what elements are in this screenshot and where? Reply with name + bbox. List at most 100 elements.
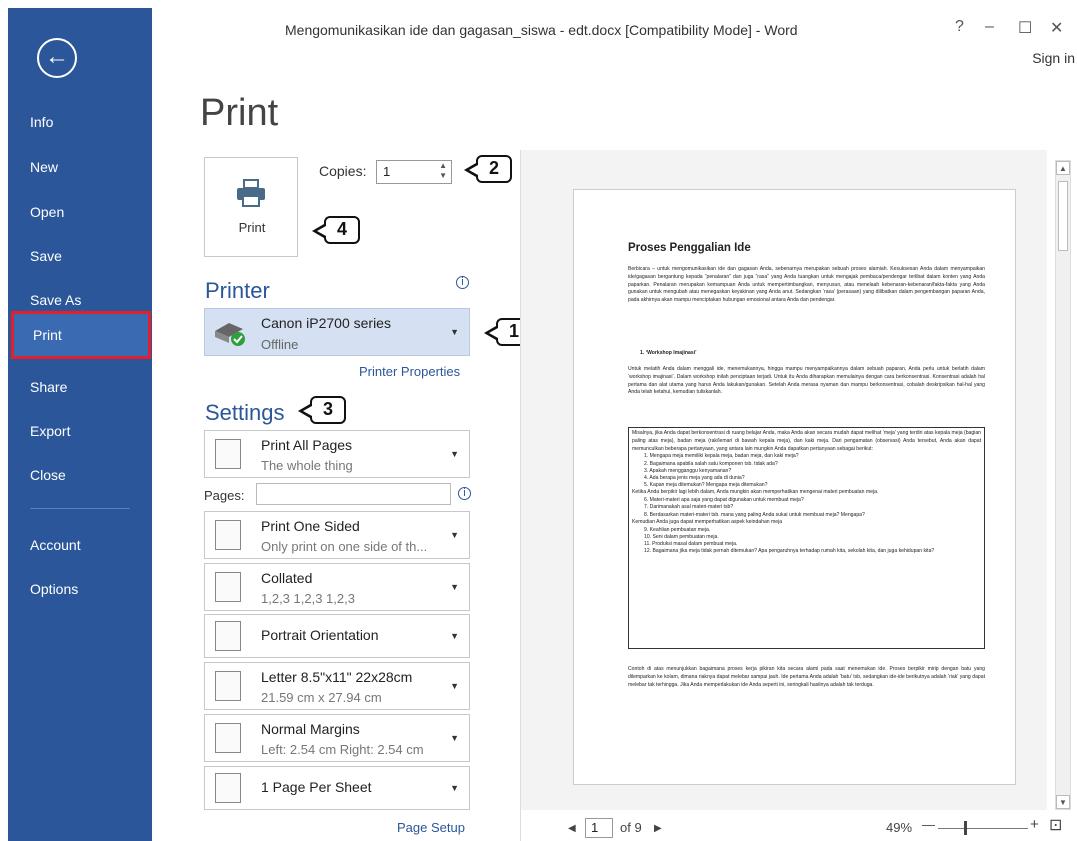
print-button-label: Print: [238, 220, 266, 235]
list-item: 3. Apakah mengganggu kenyamanan?: [644, 467, 732, 474]
list-item: 2. Bagaimana apabila salah satu komponen…: [644, 460, 778, 467]
nav-divider: [30, 508, 130, 509]
nav-share[interactable]: Share: [8, 365, 152, 409]
printer-heading: Printer: [205, 278, 270, 303]
list-item: 9. Keahlian pembuatan meja.: [644, 526, 711, 533]
setting-label: Normal Margins: [261, 721, 360, 737]
chevron-down-icon: ▼: [450, 783, 459, 793]
scroll-down-icon[interactable]: ▼: [1056, 795, 1070, 809]
preview-title: Proses Penggalian Ide: [628, 242, 751, 254]
preview-boxed-section: Misalnya, jika Anda dapat berkonsentrasi…: [628, 427, 985, 649]
callout-3: 3: [298, 396, 346, 424]
chevron-down-icon: ▼: [450, 631, 459, 641]
list-item: 1. Mengapa meja memiliki kepala meja, ba…: [644, 453, 799, 460]
page-count: of 9: [620, 820, 642, 835]
setting-sublabel: Left: 2.54 cm Right: 2.54 cm: [261, 742, 424, 757]
nav-export[interactable]: Export: [8, 409, 152, 453]
pages-label: Pages:: [204, 488, 245, 503]
setting-label: 1 Page Per Sheet: [261, 779, 372, 795]
margins-icon: [215, 723, 241, 753]
printer-name: Canon iP2700 series: [261, 315, 391, 331]
sign-in-link[interactable]: Sign in: [1032, 50, 1075, 66]
portrait-page-icon: [215, 621, 241, 651]
scroll-up-icon[interactable]: ▲: [1056, 161, 1070, 175]
preview-paragraph: Misalnya, jika Anda dapat berkonsentrasi…: [632, 430, 981, 452]
preview-paragraph: Kemudian Anda juga dapat memperhatikan a…: [632, 518, 783, 525]
info-icon[interactable]: i: [458, 487, 471, 500]
setting-sublabel: Only print on one side of th...: [261, 539, 428, 554]
list-item: 12. Bagaimana jika meja tidak pernah dit…: [644, 548, 935, 555]
orientation-dropdown[interactable]: Portrait Orientation ▼: [204, 614, 470, 658]
print-button[interactable]: Print: [204, 157, 298, 257]
spinner-arrows-icon[interactable]: ▲ ▼: [439, 161, 447, 181]
page-title: Print: [200, 92, 279, 134]
pages-stack-icon: [215, 439, 241, 469]
page-preview: Proses Penggalian Ide Berbicara – untuk …: [573, 189, 1016, 785]
chevron-down-icon: ▼: [450, 327, 459, 337]
setting-label: Print One Sided: [261, 518, 360, 534]
print-range-dropdown[interactable]: Print All Pages The whole thing ▼: [204, 430, 470, 478]
list-item: 4. Ada berapa jenis meja yang ada di dun…: [644, 475, 745, 481]
settings-heading: Settings: [205, 400, 285, 425]
zoom-out-icon[interactable]: —: [922, 817, 935, 832]
page-setup-link[interactable]: Page Setup: [397, 820, 465, 835]
preview-paragraph: Untuk melatih Anda dalam menggali ide, m…: [628, 366, 985, 396]
setting-label: Portrait Orientation: [261, 627, 379, 643]
list-item: 11. Produksi masal dalam pembuat meja.: [644, 541, 738, 548]
list-item: 10. Seni dalam pembuatan meja.: [644, 533, 719, 540]
pages-input[interactable]: [256, 483, 451, 505]
page-per-sheet-icon: [215, 773, 241, 803]
list-item: 8. Berdasarkan materi-materi tsb. mana y…: [644, 511, 865, 518]
zoom-to-page-icon[interactable]: ⊡: [1049, 815, 1062, 835]
minimize-icon[interactable]: –: [985, 18, 994, 36]
maximize-icon[interactable]: ☐: [1018, 18, 1032, 38]
chevron-down-icon: ▼: [450, 582, 459, 592]
collation-dropdown[interactable]: Collated 1,2,3 1,2,3 1,2,3 ▼: [204, 563, 470, 611]
nav-open[interactable]: Open: [8, 190, 152, 234]
nav-account[interactable]: Account: [8, 523, 152, 567]
chevron-down-icon: ▼: [450, 449, 459, 459]
sides-dropdown[interactable]: Print One Sided Only print on one side o…: [204, 511, 470, 559]
setting-sublabel: 21.59 cm x 27.94 cm: [261, 690, 382, 705]
nav-close[interactable]: Close: [8, 453, 152, 497]
setting-sublabel: The whole thing: [261, 458, 353, 473]
margins-dropdown[interactable]: Normal Margins Left: 2.54 cm Right: 2.54…: [204, 714, 470, 762]
callout-4: 4: [312, 216, 360, 244]
collated-pages-icon: [215, 572, 241, 602]
copies-label: Copies:: [319, 163, 367, 179]
preview-subheading: 1. ‘Workshop Imajinasi’: [640, 350, 697, 356]
zoom-slider-thumb[interactable]: [964, 821, 967, 835]
back-arrow-icon[interactable]: ←: [37, 38, 77, 78]
setting-label: Print All Pages: [261, 437, 353, 453]
help-icon[interactable]: ?: [955, 18, 964, 36]
window-title: Mengomunikasikan ide dan gagasan_siswa -…: [285, 22, 798, 38]
paper-size-icon: [215, 671, 241, 701]
preview-paragraph: Berbicara – untuk mengomunikasikan ide d…: [628, 266, 985, 304]
prev-page-icon[interactable]: ◀: [568, 823, 576, 834]
nav-print[interactable]: Print: [11, 311, 151, 359]
paper-size-dropdown[interactable]: Letter 8.5"x11" 22x28cm 21.59 cm x 27.94…: [204, 662, 470, 710]
info-icon[interactable]: i: [456, 276, 469, 289]
scroll-thumb[interactable]: [1058, 181, 1068, 251]
zoom-level: 49%: [886, 820, 913, 835]
one-sided-page-icon: [215, 520, 241, 550]
next-page-icon[interactable]: ▶: [654, 823, 662, 834]
zoom-in-icon[interactable]: +: [1030, 816, 1039, 833]
setting-label: Collated: [261, 570, 313, 586]
nav-new[interactable]: New: [8, 145, 152, 189]
printer-dropdown[interactable]: Canon iP2700 series Offline ▼: [204, 308, 470, 356]
nav-save[interactable]: Save: [8, 234, 152, 278]
pages-per-sheet-dropdown[interactable]: 1 Page Per Sheet ▼: [204, 766, 470, 810]
list-item: 6. Materi-materi apa saja yang dapat dig…: [644, 497, 804, 504]
printer-properties-link[interactable]: Printer Properties: [359, 364, 460, 379]
page-number-input[interactable]: 1: [585, 818, 613, 838]
nav-info[interactable]: Info: [8, 100, 152, 144]
preview-scrollbar[interactable]: ▲ ▼: [1055, 160, 1071, 810]
copies-stepper[interactable]: 1 ▲ ▼: [376, 160, 452, 184]
setting-sublabel: 1,2,3 1,2,3 1,2,3: [261, 591, 355, 606]
printer-icon: [237, 179, 265, 207]
close-icon[interactable]: ✕: [1050, 18, 1063, 38]
nav-options[interactable]: Options: [8, 567, 152, 611]
setting-label: Letter 8.5"x11" 22x28cm: [261, 669, 413, 685]
zoom-slider[interactable]: [938, 828, 1028, 829]
